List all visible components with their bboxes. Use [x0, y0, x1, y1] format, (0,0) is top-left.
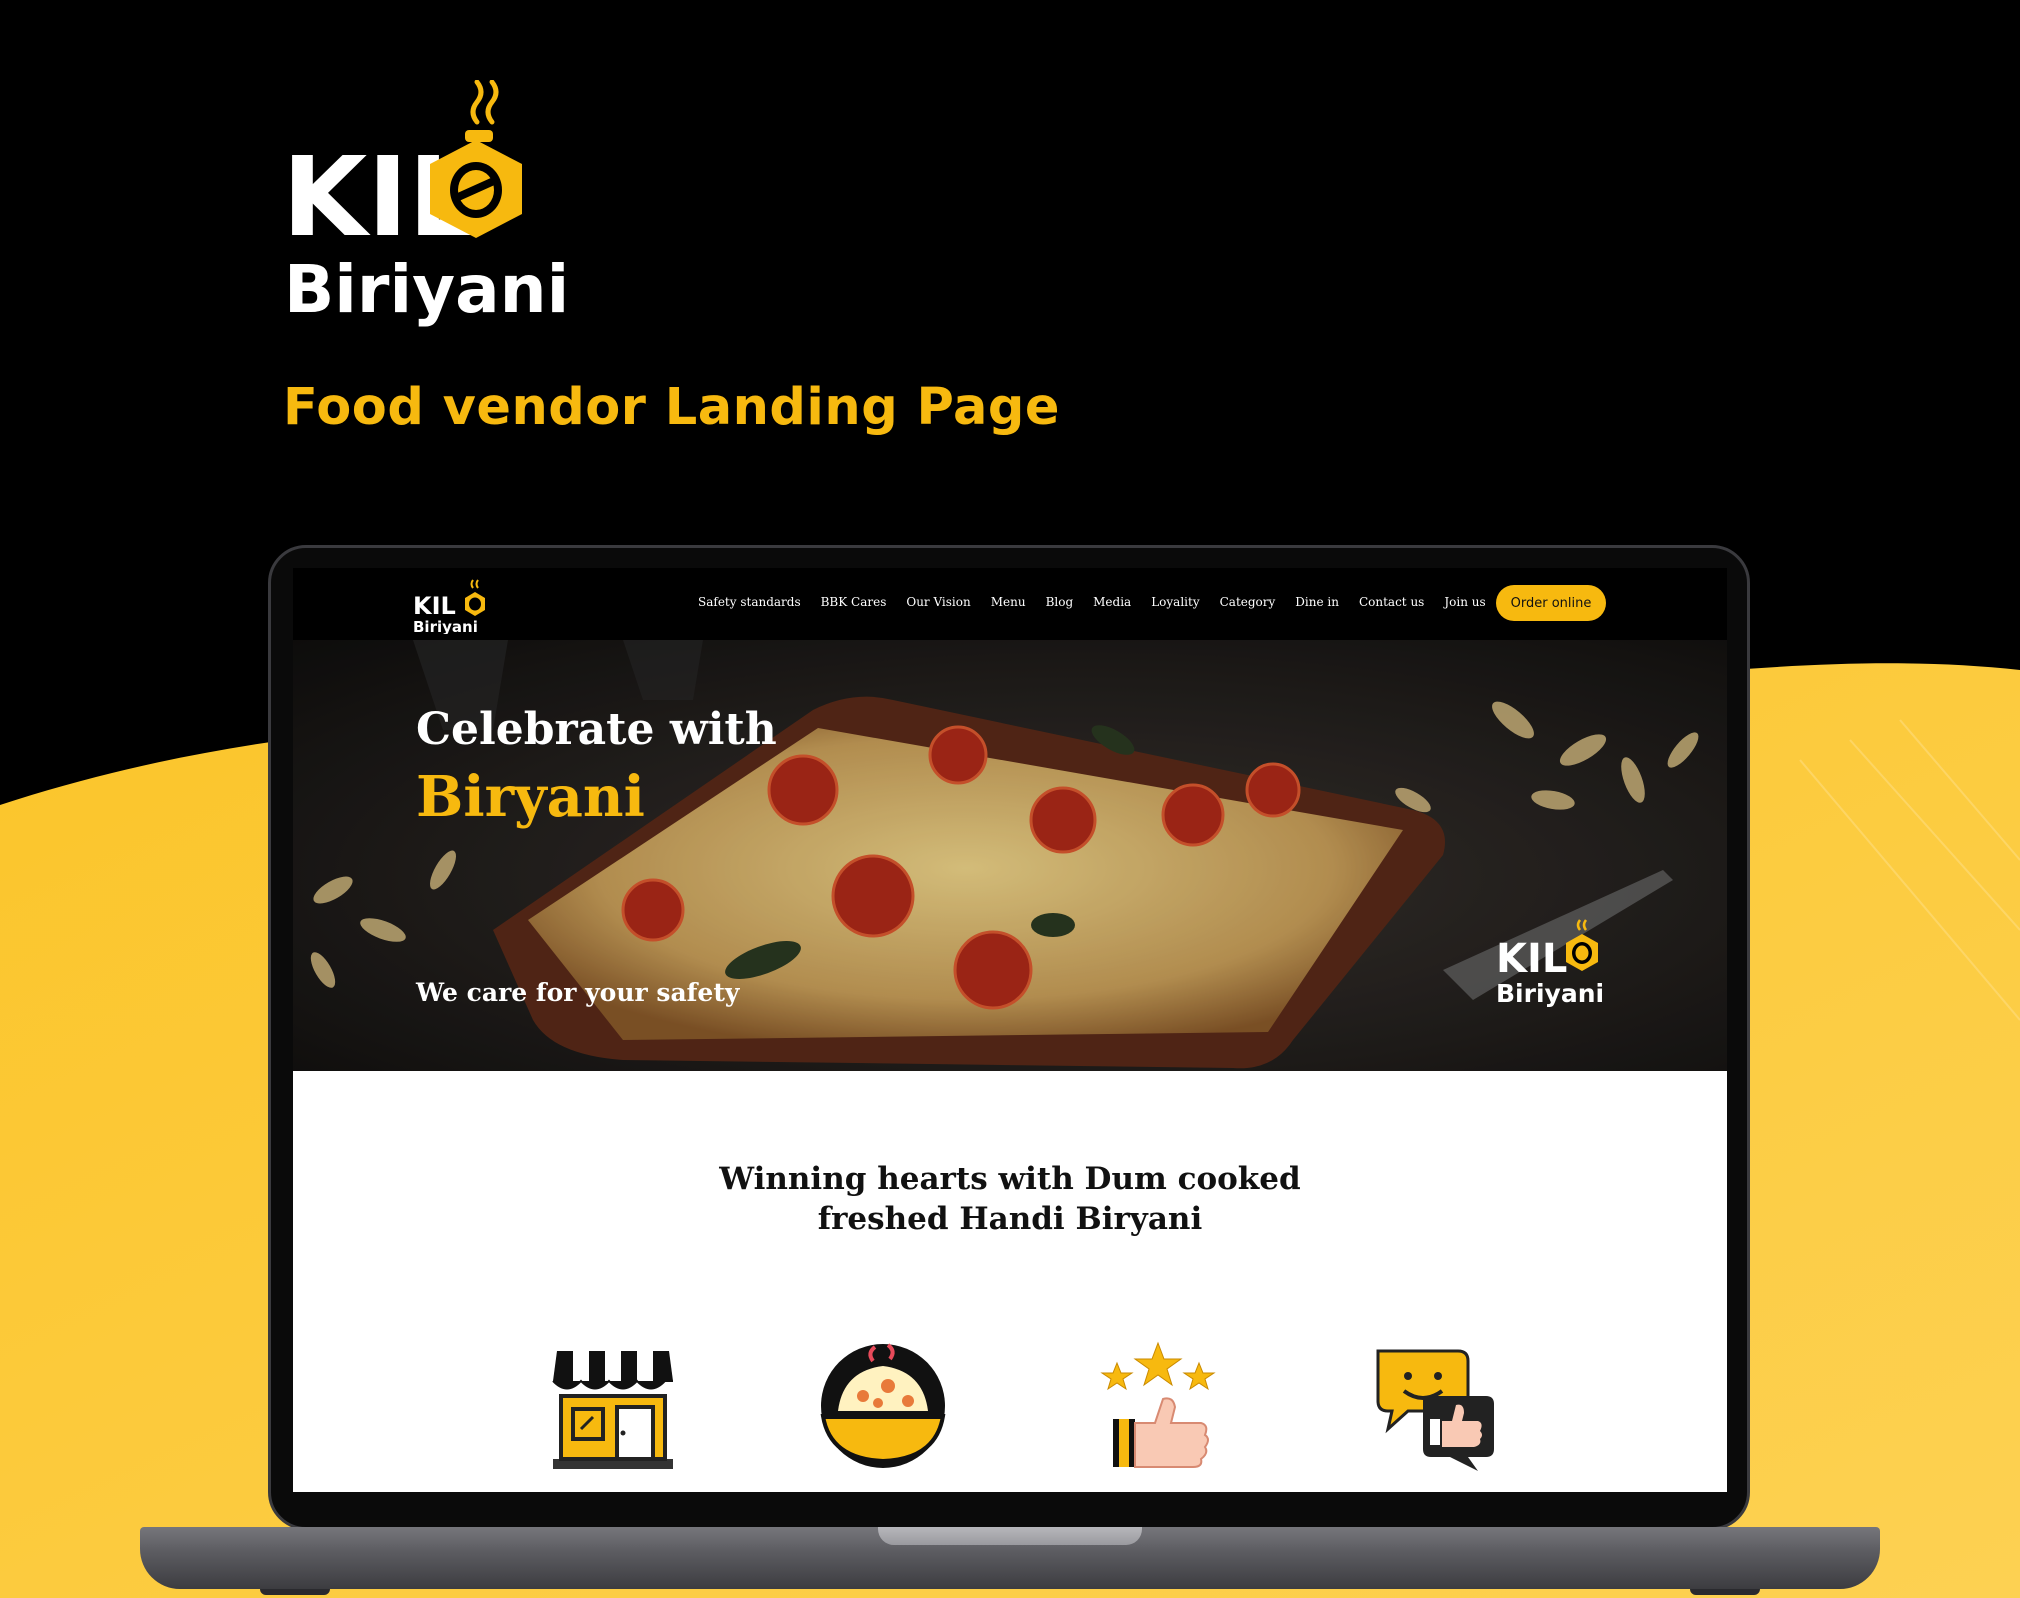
- nav-logo[interactable]: KIL Biriyani: [413, 576, 493, 634]
- hero-logo: KIL Biriyani: [1496, 919, 1604, 1008]
- svg-text:KIL: KIL: [1496, 936, 1567, 982]
- biryani-bowl-icon: [820, 1343, 946, 1468]
- svg-text:Biriyani: Biriyani: [1496, 979, 1604, 1008]
- site-navbar: KIL Biriyani Safety standards BBK Cares …: [293, 568, 1727, 640]
- nav-link-loyality[interactable]: Loyality: [1151, 595, 1199, 609]
- nav-link-media[interactable]: Media: [1093, 595, 1131, 609]
- hero-title-line2: Biryani: [416, 764, 645, 830]
- store-icon: [552, 1351, 673, 1469]
- laptop-foot-right: [1690, 1589, 1760, 1595]
- laptop-screen: KIL Biriyani Safety standards BBK Cares …: [293, 568, 1727, 1492]
- nav-link-safety-standards[interactable]: Safety standards: [698, 595, 801, 609]
- svg-text:Biriyani: Biriyani: [284, 251, 569, 328]
- nav-link-our-vision[interactable]: Our Vision: [906, 595, 970, 609]
- hero-banner: Celebrate with Biryani We care for your …: [293, 640, 1727, 1071]
- nav-link-dine-in[interactable]: Dine in: [1295, 595, 1339, 609]
- rating-thumbs-up-icon: [1100, 1341, 1216, 1468]
- nav-link-bbk-cares[interactable]: BBK Cares: [821, 595, 887, 609]
- kilo-biriyani-logo: KIL Biriyani: [282, 80, 569, 328]
- laptop-foot-left: [260, 1589, 330, 1595]
- order-online-button[interactable]: Order online: [1496, 585, 1606, 621]
- nav-link-category[interactable]: Category: [1220, 595, 1276, 609]
- svg-text:KIL: KIL: [413, 592, 456, 620]
- section-heading-line2: freshed Handi Biryani: [817, 1201, 1203, 1237]
- nav-link-blog[interactable]: Blog: [1046, 595, 1074, 609]
- svg-text:Biriyani: Biriyani: [413, 618, 478, 634]
- laptop-hinge-notch: [878, 1527, 1142, 1545]
- page-tagline: Food vendor Landing Page: [283, 378, 1060, 437]
- features-section: Winning hearts with Dum cooked freshed H…: [293, 1071, 1727, 1492]
- hero-subtitle: We care for your safety: [416, 978, 740, 1007]
- section-heading-line1: Winning hearts with Dum cooked: [719, 1161, 1301, 1197]
- section-heading: Winning hearts with Dum cooked freshed H…: [610, 1159, 1410, 1239]
- feedback-chat-icon: [1376, 1349, 1494, 1471]
- steam-icon: [470, 80, 499, 125]
- nav-link-contact-us[interactable]: Contact us: [1359, 595, 1424, 609]
- nav-links: Safety standards BBK Cares Our Vision Me…: [698, 595, 1506, 609]
- nav-link-join-us[interactable]: Join us: [1444, 595, 1485, 609]
- hero-title-line1: Celebrate with: [416, 704, 777, 755]
- nav-link-menu[interactable]: Menu: [991, 595, 1026, 609]
